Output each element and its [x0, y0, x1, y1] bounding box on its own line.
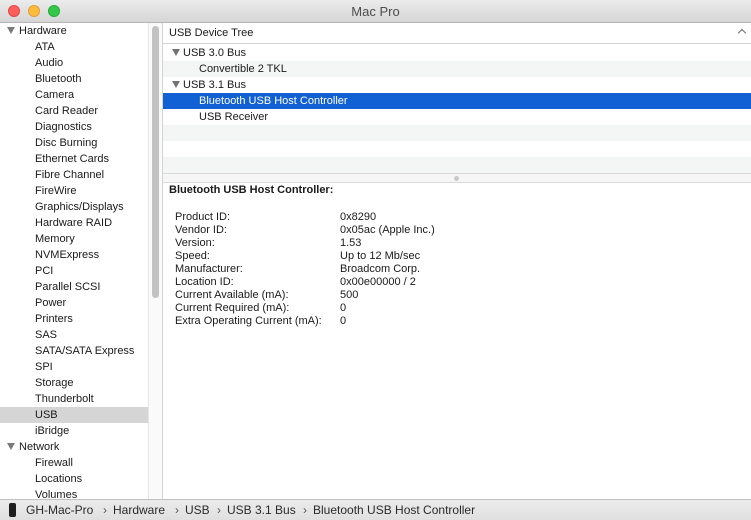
- sidebar: Hardware ATA Audio Bluetooth Camera Card Read…: [0, 23, 148, 499]
- property-value: 0: [340, 302, 347, 314]
- detail-pane: Bluetooth USB Host Controller: Product I…: [163, 183, 751, 499]
- sidebar-item-ethernet-cards[interactable]: Ethernet Cards: [0, 151, 148, 167]
- sidebar-item-printers[interactable]: Printers: [0, 311, 148, 327]
- sidebar-item-usb[interactable]: USB: [0, 407, 148, 423]
- property-row: Speed: Up to 12 Mb/sec: [175, 250, 735, 263]
- sidebar-item-graphics-displays[interactable]: Graphics/Displays: [0, 199, 148, 215]
- disclosure-triangle-icon[interactable]: [172, 81, 180, 88]
- breadcrumb-separator-icon: ›: [175, 503, 179, 517]
- split-view-divider[interactable]: [163, 173, 751, 183]
- sidebar-item-firewall[interactable]: Firewall: [0, 455, 148, 471]
- sidebar-group-hardware[interactable]: Hardware: [0, 23, 148, 39]
- sidebar-item-pci[interactable]: PCI: [0, 263, 148, 279]
- property-row: Location ID: 0x00e00000 / 2: [175, 276, 735, 289]
- tree-bus-row[interactable]: USB 3.1 Bus: [163, 77, 751, 93]
- disclosure-triangle-icon[interactable]: [7, 27, 15, 34]
- property-row: Current Available (mA): 500: [175, 289, 735, 302]
- property-label: Current Available (mA):: [175, 289, 289, 301]
- sidebar-item-card-reader[interactable]: Card Reader: [0, 103, 148, 119]
- sidebar-item-bluetooth[interactable]: Bluetooth: [0, 71, 148, 87]
- tree-row-label: Convertible 2 TKL: [199, 63, 287, 75]
- detail-title: Bluetooth USB Host Controller:: [169, 184, 334, 196]
- breadcrumb-item[interactable]: USB 3.1 Bus: [227, 500, 296, 520]
- property-value: 0x00e00000 / 2: [340, 276, 416, 288]
- tree-empty-row: [163, 157, 751, 173]
- sidebar-item-firewire[interactable]: FireWire: [0, 183, 148, 199]
- sidebar-item-sata-sata-express[interactable]: SATA/SATA Express: [0, 343, 148, 359]
- tree-row-label: Bluetooth USB Host Controller: [199, 95, 348, 107]
- sidebar-item-parallel-scsi[interactable]: Parallel SCSI: [0, 279, 148, 295]
- divider-handle-icon[interactable]: [454, 176, 459, 181]
- property-value: 1.53: [340, 237, 362, 249]
- property-value: 0: [340, 315, 347, 327]
- breadcrumb-item[interactable]: Hardware: [113, 500, 165, 520]
- property-label: Location ID:: [175, 276, 234, 288]
- sidebar-item-nvmexpress[interactable]: NVMExpress: [0, 247, 148, 263]
- sort-ascending-icon[interactable]: [737, 28, 747, 38]
- sidebar-scrollbar-thumb[interactable]: [152, 26, 159, 298]
- tree-device-row[interactable]: Convertible 2 TKL: [163, 61, 751, 77]
- tree-device-row[interactable]: Bluetooth USB Host Controller: [163, 93, 751, 109]
- property-label: Extra Operating Current (mA):: [175, 315, 322, 327]
- mac-pro-icon: [9, 503, 16, 517]
- breadcrumb-item[interactable]: Bluetooth USB Host Controller: [313, 500, 475, 520]
- breadcrumb-item[interactable]: GH-Mac-Pro: [26, 500, 93, 520]
- property-label: Vendor ID:: [175, 224, 227, 236]
- sidebar-item-camera[interactable]: Camera: [0, 87, 148, 103]
- usb-device-tree: USB Device Tree USB 3.0 Bus Convertible 2…: [163, 23, 751, 173]
- path-bar: GH-Mac-Pro › Hardware › USB › USB 3.1 Bus › Blue…: [0, 499, 751, 520]
- sidebar-group-network[interactable]: Network: [0, 439, 148, 455]
- tree-row-label: USB Receiver: [199, 111, 269, 123]
- tree-column-header[interactable]: USB Device Tree: [163, 23, 751, 44]
- tree-empty-row: [163, 141, 751, 157]
- tree-device-row[interactable]: USB Receiver: [163, 109, 751, 125]
- disclosure-triangle-icon[interactable]: [172, 49, 180, 56]
- window-title: Mac Pro: [351, 4, 400, 19]
- property-value: Up to 12 Mb/sec: [340, 250, 421, 262]
- tree-header-label: USB Device Tree: [169, 27, 254, 39]
- sidebar-group-label: Network: [19, 441, 60, 453]
- sidebar-group-label: Hardware: [19, 25, 67, 37]
- sidebar-item-locations[interactable]: Locations: [0, 471, 148, 487]
- sidebar-item-fibre-channel[interactable]: Fibre Channel: [0, 167, 148, 183]
- sidebar-item-disc-burning[interactable]: Disc Burning: [0, 135, 148, 151]
- property-row: Vendor ID: 0x05ac (Apple Inc.): [175, 224, 735, 237]
- property-value: Broadcom Corp.: [340, 263, 421, 275]
- disclosure-triangle-icon[interactable]: [7, 443, 15, 450]
- property-value: 0x05ac (Apple Inc.): [340, 224, 435, 236]
- sidebar-item-volumes[interactable]: Volumes: [0, 487, 148, 499]
- property-row: Extra Operating Current (mA): 0: [175, 315, 735, 328]
- property-row: Current Required (mA): 0: [175, 302, 735, 315]
- title-bar: Mac Pro: [0, 0, 751, 23]
- sidebar-item-audio[interactable]: Audio: [0, 55, 148, 71]
- tree-bus-row[interactable]: USB 3.0 Bus: [163, 45, 751, 61]
- property-label: Speed:: [175, 250, 210, 262]
- sidebar-item-ata[interactable]: ATA: [0, 39, 148, 55]
- breadcrumb-item[interactable]: USB: [185, 500, 210, 520]
- sidebar-item-hardware-raid[interactable]: Hardware RAID: [0, 215, 148, 231]
- property-row: Manufacturer: Broadcom Corp.: [175, 263, 735, 276]
- property-row: Version: 1.53: [175, 237, 735, 250]
- property-value: 0x8290: [340, 211, 377, 223]
- property-label: Current Required (mA):: [175, 302, 290, 314]
- sidebar-item-ibridge[interactable]: iBridge: [0, 423, 148, 439]
- sidebar-item-power[interactable]: Power: [0, 295, 148, 311]
- breadcrumb-separator-icon: ›: [217, 503, 221, 517]
- sidebar-item-memory[interactable]: Memory: [0, 231, 148, 247]
- sidebar-item-storage[interactable]: Storage: [0, 375, 148, 391]
- breadcrumb-separator-icon: ›: [103, 503, 107, 517]
- sidebar-item-thunderbolt[interactable]: Thunderbolt: [0, 391, 148, 407]
- tree-row-label: USB 3.1 Bus: [183, 79, 246, 91]
- sidebar-item-spi[interactable]: SPI: [0, 359, 148, 375]
- breadcrumb-separator-icon: ›: [303, 503, 307, 517]
- sidebar-item-diagnostics[interactable]: Diagnostics: [0, 119, 148, 135]
- property-label: Manufacturer:: [175, 263, 243, 275]
- property-value: 500: [340, 289, 359, 301]
- property-row: Product ID: 0x8290: [175, 211, 735, 224]
- tree-empty-row: [163, 125, 751, 141]
- property-label: Product ID:: [175, 211, 231, 223]
- sidebar-item-sas[interactable]: SAS: [0, 327, 148, 343]
- property-label: Version:: [175, 237, 215, 249]
- tree-row-label: USB 3.0 Bus: [183, 47, 246, 59]
